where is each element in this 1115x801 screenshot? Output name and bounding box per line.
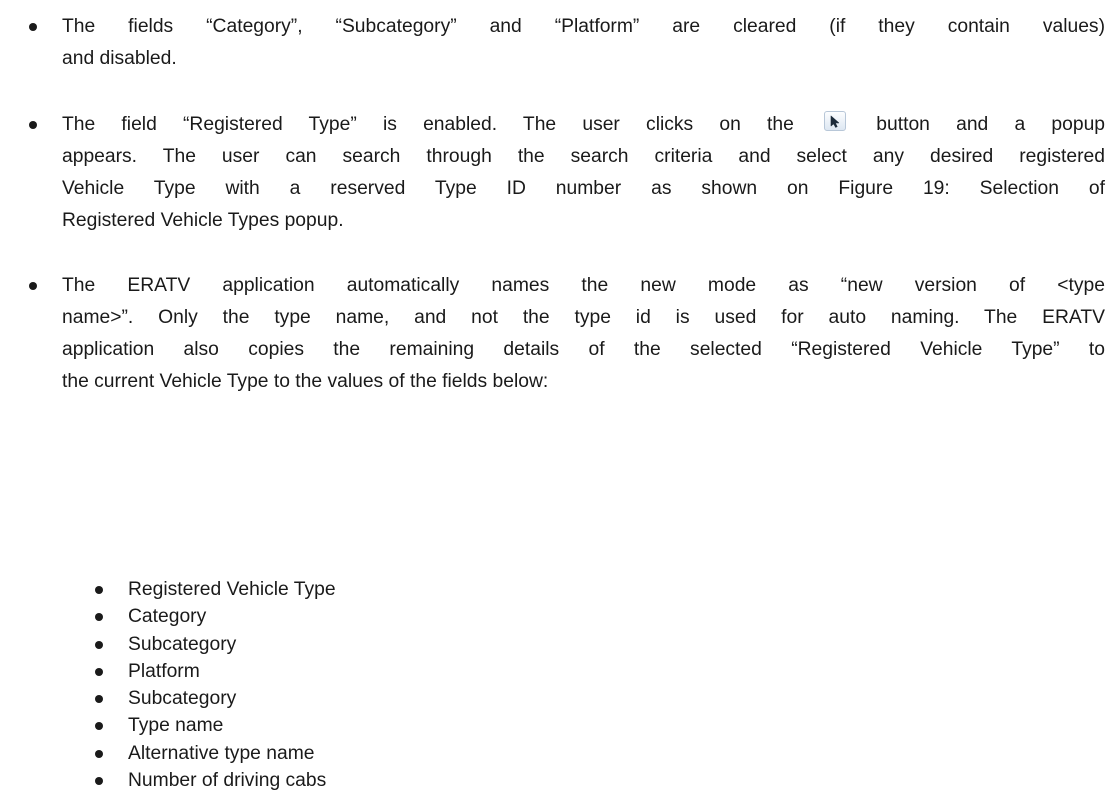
text-line: name>”. Only the type name, and not the … bbox=[62, 307, 1105, 328]
text-line: application also copies the remaining de… bbox=[62, 339, 1105, 360]
text-line: the current Vehicle Type to the values o… bbox=[62, 371, 549, 392]
list-item-label: Subcategory bbox=[128, 688, 237, 710]
bullet-dot bbox=[29, 282, 37, 290]
bullet-dot bbox=[95, 777, 103, 786]
bullet-item-auto-naming: The ERATV application automatically name… bbox=[29, 270, 1105, 398]
text-line: The fields “Category”, “Subcategory” and… bbox=[62, 16, 1105, 37]
text-line: The field “Registered Type” is enabled. … bbox=[62, 109, 1105, 141]
bullet-item-fields-cleared: The fields “Category”, “Subcategory” and… bbox=[29, 11, 1105, 75]
list-item-label: Type name bbox=[128, 715, 224, 737]
list-item-label: Subcategory bbox=[128, 633, 237, 655]
list-item-label: Number of driving cabs bbox=[128, 770, 327, 792]
text-line: Vehicle Type with a reserved Type ID num… bbox=[62, 178, 1105, 199]
bullet-dot bbox=[95, 749, 103, 758]
paragraph: The fields “Category”, “Subcategory” and… bbox=[62, 11, 1105, 75]
text-line: and disabled. bbox=[62, 48, 177, 69]
text-segment: The field “Registered Type” is enabled. … bbox=[62, 114, 794, 135]
bullet-dot bbox=[95, 640, 103, 649]
bullet-item-registered-type: The field “Registered Type” is enabled. … bbox=[29, 109, 1105, 237]
bullet-dot bbox=[95, 695, 103, 704]
paragraph: The field “Registered Type” is enabled. … bbox=[62, 109, 1105, 237]
list-item-label: Platform bbox=[128, 660, 200, 682]
paragraph: The ERATV application automatically name… bbox=[62, 270, 1105, 398]
cursor-arrow-icon[interactable] bbox=[824, 111, 847, 131]
text-line: Registered Vehicle Types popup. bbox=[62, 210, 344, 231]
bullet-dot bbox=[95, 613, 103, 622]
bullet-dot bbox=[29, 23, 37, 31]
text-line: The ERATV application automatically name… bbox=[62, 275, 1105, 296]
text-segment: button and a popup bbox=[876, 114, 1106, 135]
list-item-label: Category bbox=[128, 606, 207, 628]
list-item-label: Registered Vehicle Type bbox=[128, 579, 336, 600]
bullet-dot bbox=[29, 121, 37, 129]
bullet-dot bbox=[95, 667, 103, 676]
bullet-dot bbox=[95, 586, 103, 594]
bullet-dot bbox=[95, 722, 103, 731]
document-page: The fields “Category”, “Subcategory” and… bbox=[0, 0, 1115, 801]
text-line: appears. The user can search through the… bbox=[62, 146, 1105, 167]
list-item-label: Alternative type name bbox=[128, 742, 315, 764]
